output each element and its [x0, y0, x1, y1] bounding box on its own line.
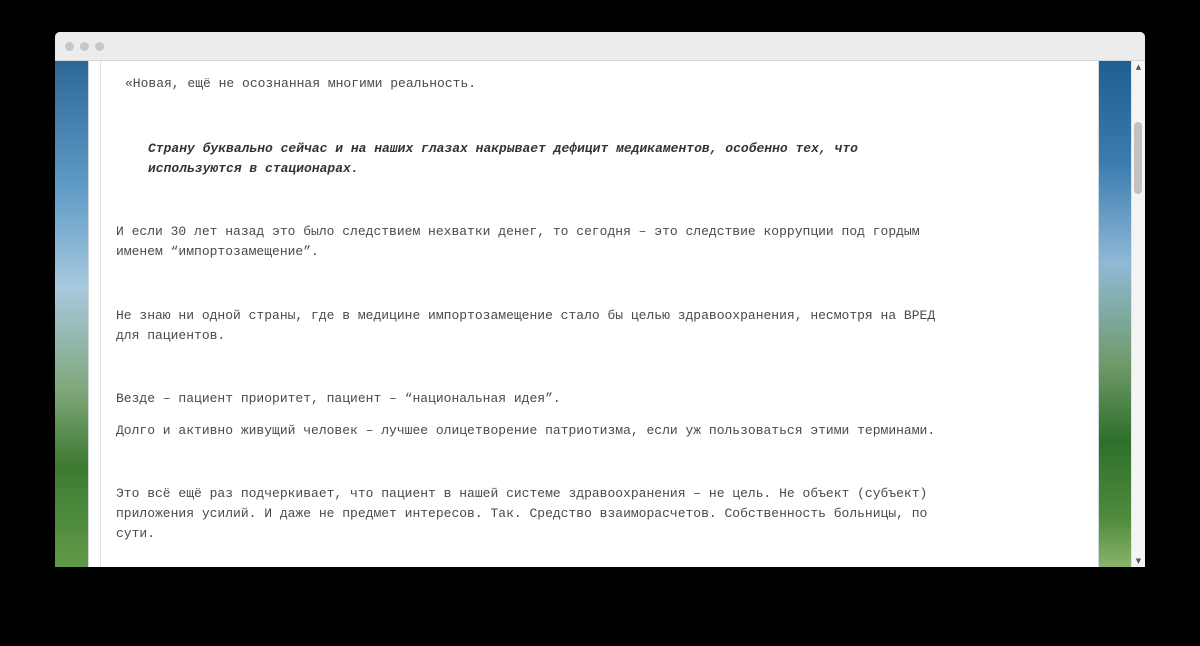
scroll-up-arrow-icon[interactable]: ▲: [1132, 61, 1145, 73]
scrollbar-thumb[interactable]: [1134, 122, 1142, 195]
paragraph-line: приложения усилий. И даже не предмет инт…: [116, 506, 928, 521]
content-divider: [100, 61, 101, 567]
background-image-right: [1099, 61, 1131, 567]
close-window-icon[interactable]: [65, 42, 74, 51]
zoom-window-icon[interactable]: [95, 42, 104, 51]
browser-window: «Новая, ещё не осознанная многими реальн…: [55, 32, 1145, 567]
paragraph-line: сути.: [116, 526, 156, 541]
paragraph-line: Долго и активно живущий человек – лучшее…: [116, 423, 936, 438]
vertical-scrollbar[interactable]: ▲ ▼: [1131, 61, 1145, 567]
paragraph-intro: «Новая, ещё не осознанная многими реальн…: [125, 76, 477, 91]
scroll-down-arrow-icon[interactable]: ▼: [1132, 555, 1145, 567]
quote-line: используются в стационарах.: [148, 161, 359, 176]
paragraph-line: И если 30 лет назад это было следствием …: [116, 224, 920, 239]
paragraph-line: для пациентов.: [116, 328, 226, 343]
paragraph-line: Везде – пациент приоритет, пациент – “на…: [116, 391, 561, 406]
paragraph-line: именем “импортозамещение”.: [116, 244, 319, 259]
minimize-window-icon[interactable]: [80, 42, 89, 51]
background-image-left: [55, 61, 88, 567]
page-viewport: «Новая, ещё не осознанная многими реальн…: [55, 61, 1131, 567]
paragraph-line: Это всё ещё раз подчеркивает, что пациен…: [116, 486, 928, 501]
paragraph-line: Не знаю ни одной страны, где в медицине …: [116, 308, 936, 323]
quote-line: Страну буквально сейчас и на наших глаза…: [148, 141, 858, 156]
title-bar: [55, 32, 1145, 61]
article-content: «Новая, ещё не осознанная многими реальн…: [88, 61, 1099, 567]
